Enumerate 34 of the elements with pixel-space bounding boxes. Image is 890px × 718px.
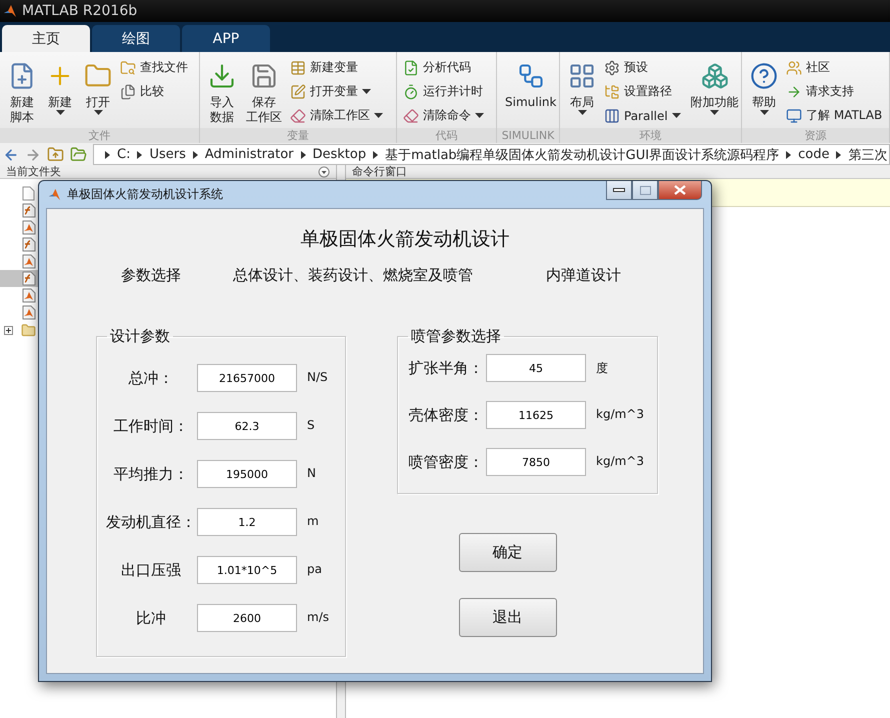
panel-title: 命令行窗口: [352, 165, 407, 178]
unit-label: kg/m^3: [596, 454, 645, 468]
unit-label: m/s: [307, 610, 330, 624]
unit-label: 度: [596, 360, 609, 377]
unit-label: S: [307, 418, 316, 432]
unit-label: m: [307, 514, 320, 528]
group-label: 资源: [742, 128, 889, 143]
field-label: 出口压强: [120, 560, 182, 580]
group-label: 文件: [0, 128, 199, 143]
field-label: 比冲: [135, 608, 167, 628]
panel-title: 当前文件夹: [6, 165, 61, 178]
dialog-heading: 单极固体火箭发动机设计: [300, 227, 510, 252]
section-label: 参数选择: [121, 266, 182, 285]
panel-title: 设计参数: [109, 327, 171, 346]
unit-label: kg/m^3: [596, 407, 645, 421]
section-label: 总体设计、装药设计、燃烧室及喷管: [233, 266, 474, 285]
dialog-title: 单极固体火箭发动机设计系统: [67, 186, 224, 203]
group-label: SIMULINK: [497, 128, 559, 143]
unit-label: N: [307, 466, 317, 480]
field-label: 喷管密度：: [408, 452, 484, 472]
section-label: 内弹道设计: [546, 266, 622, 285]
field-label: 总冲：: [128, 368, 174, 388]
group-label: 代码: [397, 128, 496, 143]
panel-title: 喷管参数选择: [410, 327, 502, 346]
field-label: 发动机直径：: [105, 512, 197, 532]
group-label: 环境: [560, 128, 741, 143]
field-label: 工作时间：: [112, 416, 190, 436]
field-label: 壳体密度：: [408, 406, 484, 424]
unit-label: N/S: [307, 370, 329, 384]
group-label: 变量: [200, 128, 396, 143]
field-label: 扩张半角：: [408, 358, 484, 378]
field-label: 平均推力：: [112, 464, 190, 484]
unit-label: pa: [307, 562, 323, 576]
window-title: MATLAB R2016b: [22, 3, 138, 19]
